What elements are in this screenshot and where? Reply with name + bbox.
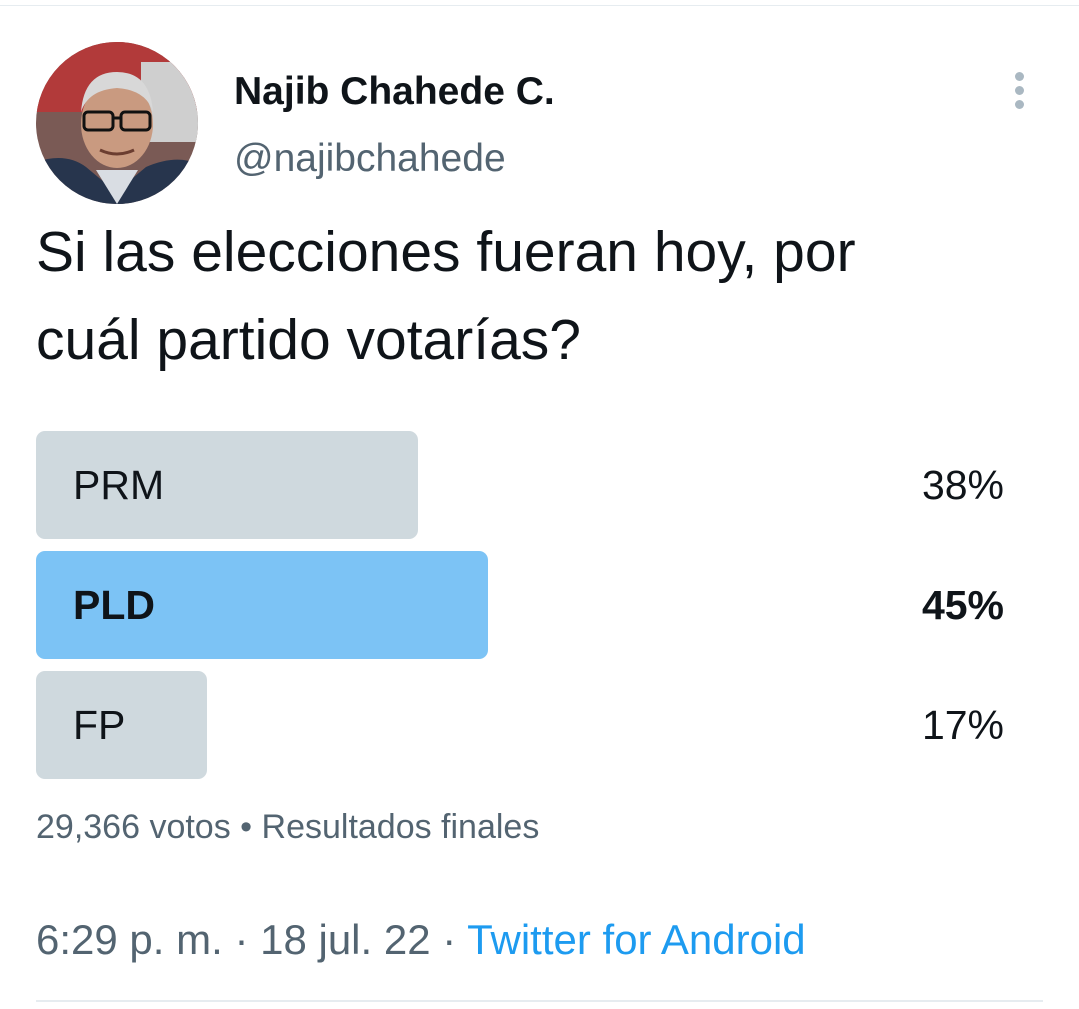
tweet-text-line-1: Si las elecciones fueran hoy, por: [36, 220, 856, 284]
meta-separator: ·: [234, 916, 249, 963]
poll-option-percent: 38%: [921, 462, 1004, 508]
tweet-date[interactable]: 18 jul. 22: [260, 916, 430, 963]
author-handle[interactable]: @najibchahede: [234, 134, 506, 184]
tweet-text: Si las elecciones fueran hoy, por cuál p…: [36, 208, 1046, 384]
avatar-image: [36, 42, 198, 204]
tweet-source-link[interactable]: Twitter for Android: [467, 916, 805, 963]
poll-option-label: FP: [73, 702, 126, 748]
meta-separator: ·: [442, 916, 457, 963]
poll-option-percent: 45%: [921, 582, 1004, 628]
more-options-button[interactable]: [1004, 66, 1036, 114]
bottom-divider: [36, 1000, 1043, 1002]
poll-separator: •: [240, 808, 253, 846]
poll-status: Resultados finales: [261, 808, 540, 846]
poll-option-prm: PRM 38%: [36, 431, 1004, 539]
avatar[interactable]: [36, 42, 198, 204]
poll-option-fp: FP 17%: [36, 671, 1004, 779]
tweet-text-line-2: cuál partido votarías?: [36, 308, 581, 372]
poll-option-label: PRM: [73, 462, 165, 508]
poll-option-pld: PLD 45%: [36, 551, 1004, 659]
poll-summary: 29,366 votos • Resultados finales: [36, 804, 539, 850]
poll-vote-count: 29,366 votos: [36, 808, 231, 846]
poll-option-label: PLD: [73, 582, 155, 628]
author-name[interactable]: Najib Chahede C.: [234, 66, 555, 118]
poll-option-percent: 17%: [921, 702, 1004, 748]
tweet-meta: 6:29 p. m. · 18 jul. 22 · Twitter for An…: [36, 912, 806, 968]
top-divider: [0, 5, 1079, 6]
tweet-time[interactable]: 6:29 p. m.: [36, 916, 223, 963]
poll: PRM 38% PLD 45% FP 17%: [36, 431, 1004, 791]
